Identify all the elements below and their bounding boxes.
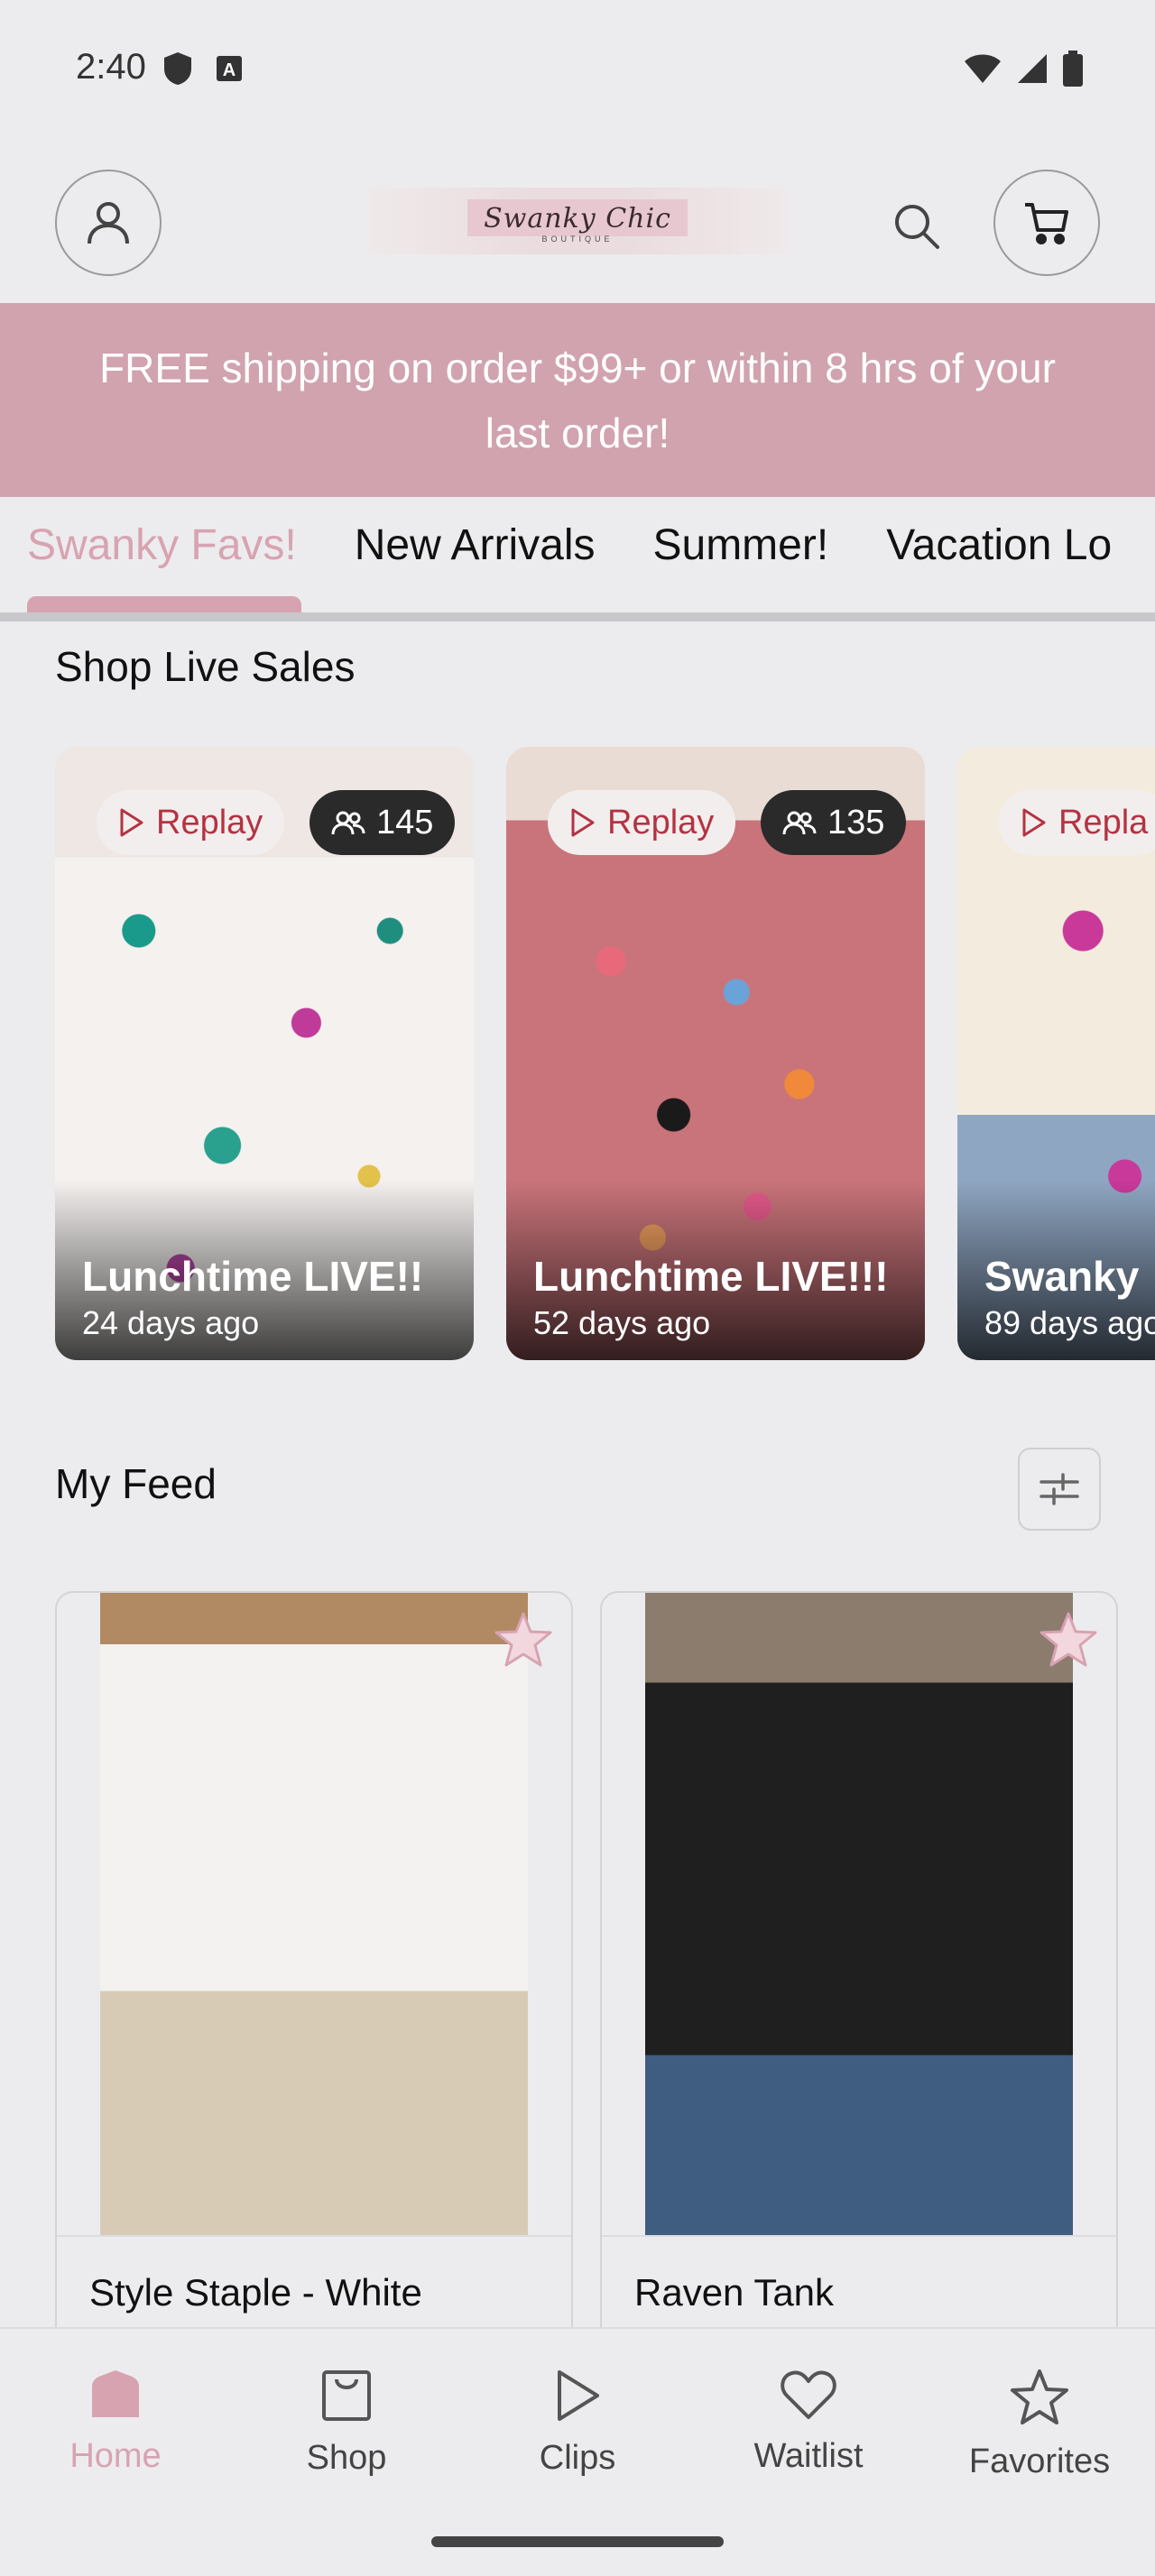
live-sale-card[interactable]: Repla Swanky 89 days ago (957, 747, 1155, 1360)
product-name: Raven Tank (634, 2271, 835, 2314)
nav-favorites[interactable]: Favorites (940, 2369, 1139, 2481)
tab-swanky-favs[interactable]: Swanky Favs! (27, 520, 297, 570)
app-header: Swanky Chic BOUTIQUE (0, 135, 1155, 303)
logo-text: Swanky Chic (467, 198, 688, 236)
status-bar: 2:40 A (0, 0, 1155, 135)
promo-banner[interactable]: FREE shipping on order $99+ or within 8 … (0, 303, 1155, 497)
shopping-bag-icon (322, 2370, 371, 2421)
nav-shop[interactable]: Shop (247, 2369, 446, 2478)
live-sale-title: Lunchtime LIVE!!! (533, 1253, 889, 1300)
viewers-badge: 135 (761, 790, 907, 855)
viewers-icon (331, 811, 365, 835)
category-tabs: Swanky Favs! New Arrivals Summer! Vacati… (0, 497, 1155, 623)
status-time: 2:40 (76, 47, 146, 87)
live-sale-title: Lunchtime LIVE!! (82, 1253, 424, 1300)
live-sale-card[interactable]: Replay 145 Lunchtime LIVE!! 24 days ago (55, 747, 474, 1360)
tabs-divider (0, 612, 1155, 621)
nav-clips[interactable]: Clips (478, 2369, 677, 2478)
cart-icon (1025, 203, 1068, 244)
battery-icon (1063, 51, 1083, 87)
nav-waitlist[interactable]: Waitlist (709, 2369, 908, 2476)
viewers-icon (782, 811, 817, 835)
replay-badge[interactable]: Replay (548, 790, 736, 855)
home-indicator[interactable] (431, 2536, 724, 2547)
product-name: Style Staple - White (89, 2271, 422, 2314)
active-tab-indicator (27, 596, 301, 614)
user-icon (88, 202, 129, 244)
promo-text: FREE shipping on order $99+ or within 8 … (99, 344, 1056, 456)
live-sale-card[interactable]: Replay 135 Lunchtime LIVE!!! 52 days ago (506, 747, 925, 1360)
live-sales-title: Shop Live Sales (55, 643, 356, 690)
account-button[interactable] (55, 170, 162, 276)
logo[interactable]: Swanky Chic BOUTIQUE (368, 188, 787, 254)
feed-title: My Feed (55, 1460, 217, 1507)
sliders-icon (1040, 1473, 1079, 1505)
product-image (645, 1593, 1073, 2235)
viewers-badge: 145 (310, 790, 456, 855)
cart-button[interactable] (993, 170, 1100, 276)
search-icon (895, 205, 939, 249)
wifi-icon (965, 54, 1001, 83)
tab-vacation[interactable]: Vacation Lo (886, 520, 1112, 570)
play-icon (120, 808, 143, 837)
play-icon (1022, 808, 1046, 837)
search-button[interactable] (884, 194, 947, 257)
live-sales-carousel[interactable]: Replay 145 Lunchtime LIVE!! 24 days ago … (55, 747, 1155, 1360)
svg-text:A: A (223, 60, 236, 80)
live-sale-date: 24 days ago (82, 1304, 260, 1341)
product-image (100, 1593, 528, 2235)
logo-subtext: BOUTIQUE (541, 234, 614, 244)
replay-badge[interactable]: Replay (97, 790, 285, 855)
font-icon: A (217, 56, 242, 81)
star-icon (494, 1612, 552, 1667)
replay-badge[interactable]: Repla (999, 790, 1155, 855)
product-card[interactable]: Style Staple - White (55, 1591, 573, 2331)
heart-icon (781, 2370, 836, 2419)
product-card[interactable]: Raven Tank (600, 1591, 1118, 2331)
signal-icon (1018, 54, 1047, 83)
favorite-button[interactable] (1039, 1611, 1098, 1673)
play-icon (571, 808, 595, 837)
live-sale-date: 89 days ago (984, 1304, 1155, 1341)
feed-filter-button[interactable] (1018, 1448, 1101, 1531)
favorite-button[interactable] (494, 1611, 553, 1673)
home-icon (92, 2370, 139, 2417)
star-icon (1040, 1612, 1097, 1667)
star-icon (1011, 2369, 1068, 2424)
play-icon (558, 2370, 599, 2421)
nav-home[interactable]: Home (16, 2369, 215, 2476)
shield-icon (164, 52, 191, 85)
live-sale-date: 52 days ago (533, 1304, 711, 1341)
tab-new-arrivals[interactable]: New Arrivals (355, 520, 596, 570)
tab-summer[interactable]: Summer! (652, 520, 828, 570)
live-sale-title: Swanky (984, 1253, 1140, 1300)
